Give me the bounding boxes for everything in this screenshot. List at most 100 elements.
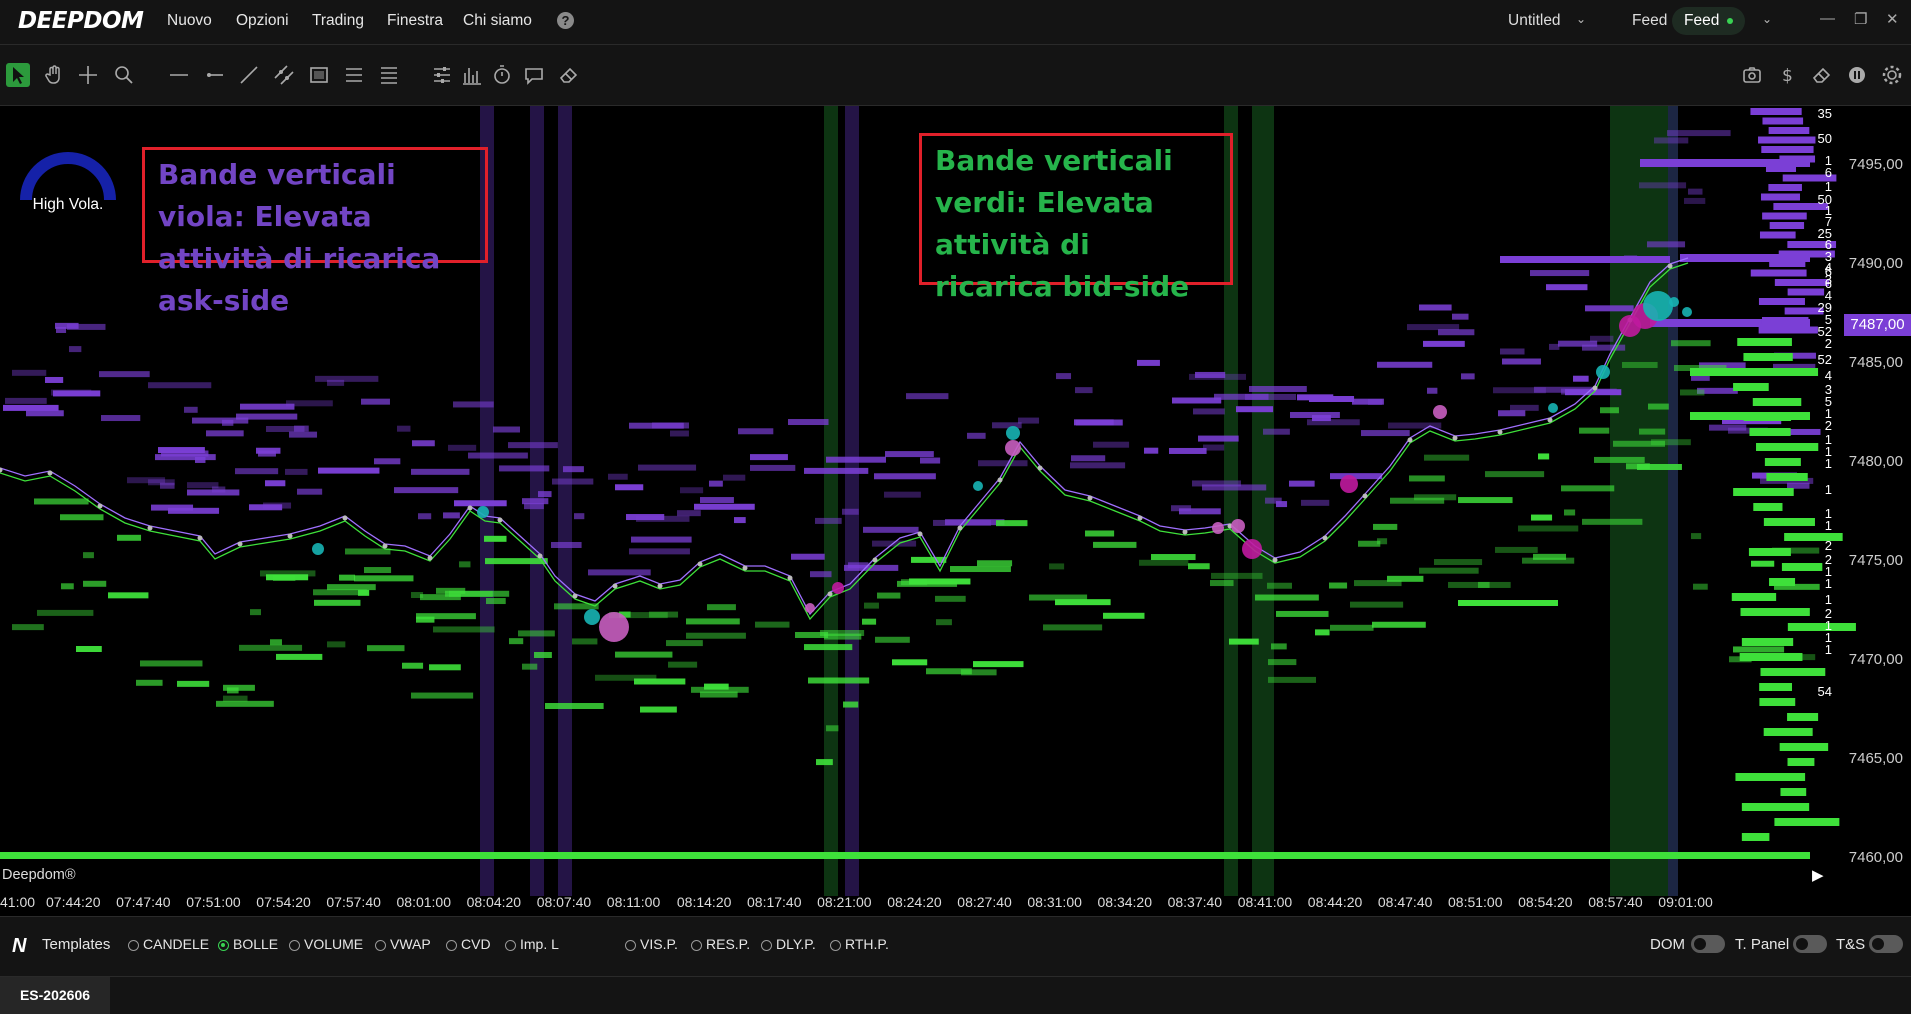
ask-liquidity <box>1289 480 1315 487</box>
timer-icon[interactable] <box>490 63 514 87</box>
time-tick-label: 08:27:40 <box>957 894 1012 910</box>
bid-liquidity <box>250 609 262 616</box>
bid-liquidity <box>83 580 107 587</box>
bid-band <box>1610 106 1668 896</box>
channel-icon[interactable] <box>272 63 296 87</box>
lines-alt-icon[interactable] <box>377 63 401 87</box>
symbol-tab[interactable]: ES-202606 <box>0 977 110 1014</box>
bid-count-label: 54 <box>1817 684 1832 699</box>
option-rth-p[interactable]: RTH.P. <box>830 936 889 952</box>
trade-dot <box>1592 385 1598 391</box>
workspace-title[interactable]: Untitled <box>1508 12 1561 30</box>
option-volume[interactable]: VOLUME <box>289 936 363 952</box>
menu-trading[interactable]: Trading <box>312 12 364 30</box>
ask-profile-bar <box>1758 298 1805 305</box>
bid-liquidity <box>911 556 947 563</box>
bid-liquidity <box>1093 541 1137 548</box>
radio-checked-icon[interactable] <box>218 940 229 951</box>
menu-chi-siamo[interactable]: Chi siamo <box>463 12 532 30</box>
minimize-icon[interactable]: — <box>1820 10 1835 27</box>
ask-liquidity <box>863 526 919 533</box>
radio-icon[interactable] <box>505 940 516 951</box>
bid-liquidity <box>864 602 879 609</box>
eraser-icon[interactable] <box>557 63 581 87</box>
close-icon[interactable]: ✕ <box>1886 10 1899 28</box>
hand-icon[interactable] <box>42 63 66 87</box>
crosshair-icon[interactable] <box>76 63 100 87</box>
radio-icon[interactable] <box>128 940 139 951</box>
bid-liquidity <box>34 498 89 505</box>
bid-liquidity <box>436 587 466 594</box>
bid-liquidity <box>926 668 972 675</box>
bar-chart-icon[interactable] <box>460 63 484 87</box>
radio-icon[interactable] <box>691 940 702 951</box>
bid-profile-bar <box>1741 638 1794 646</box>
ray-icon[interactable] <box>202 63 226 87</box>
option-vis-p[interactable]: VIS.P. <box>625 936 678 952</box>
rectangle-icon[interactable] <box>307 63 331 87</box>
trade-dot <box>497 517 503 523</box>
menu-nuovo[interactable]: Nuovo <box>167 12 212 30</box>
bid-liquidity <box>1188 563 1210 570</box>
bid-liquidity <box>364 567 392 574</box>
option-cvd[interactable]: CVD <box>446 936 491 952</box>
ask-profile-bar <box>1768 184 1802 191</box>
eraser-icon[interactable] <box>1810 63 1834 87</box>
settings-sliders-icon[interactable] <box>430 63 454 87</box>
lines-icon[interactable] <box>342 63 366 87</box>
ask-liquidity <box>412 440 435 447</box>
menu-finestra[interactable]: Finestra <box>387 12 443 30</box>
t-and-s-toggle[interactable] <box>1869 935 1903 953</box>
heatmap-chart[interactable]: High Vola. Bande verticali viola: Elevat… <box>0 106 1911 916</box>
option-imp-l[interactable]: Imp. L <box>505 936 559 952</box>
option-dly-p[interactable]: DLY.P. <box>761 936 816 952</box>
comment-icon[interactable] <box>522 63 546 87</box>
radio-icon[interactable] <box>761 940 772 951</box>
camera-icon[interactable] <box>1740 63 1764 87</box>
dom-toggle[interactable] <box>1691 935 1725 953</box>
t-panel-toggle[interactable] <box>1793 935 1827 953</box>
restore-icon[interactable]: ❐ <box>1854 10 1867 28</box>
bid-liquidity <box>534 651 552 658</box>
ask-liquidity <box>826 456 887 463</box>
gear-icon[interactable] <box>1880 63 1904 87</box>
zoom-icon[interactable] <box>112 63 136 87</box>
bid-liquidity <box>60 514 104 521</box>
bid-liquidity <box>1211 572 1263 579</box>
chevron-down-icon[interactable]: ⌄ <box>1576 12 1586 26</box>
chevron-down-icon[interactable]: ⌄ <box>1762 12 1772 26</box>
bid-liquidity <box>0 852 1810 859</box>
bid-count-label: 1 <box>1824 592 1832 607</box>
radio-icon[interactable] <box>375 940 386 951</box>
ask-liquidity <box>5 397 47 404</box>
dom-toggle-label: DOM <box>1650 936 1685 953</box>
play-icon[interactable]: ▶ <box>1812 866 1826 884</box>
bid-liquidity <box>411 692 474 699</box>
trade-dot <box>997 477 1003 483</box>
radio-icon[interactable] <box>289 940 300 951</box>
templates-label[interactable]: Templates <box>42 936 110 953</box>
bid-liquidity <box>977 560 1013 567</box>
ask-liquidity <box>148 382 212 389</box>
ask-liquidity <box>1558 340 1598 347</box>
radio-icon[interactable] <box>830 940 841 951</box>
option-vwap[interactable]: VWAP <box>375 936 431 952</box>
trade-dot <box>47 470 53 476</box>
horizontal-line-icon[interactable] <box>167 63 191 87</box>
option-res-p[interactable]: RES.P. <box>691 936 750 952</box>
dollar-icon[interactable]: $ <box>1775 63 1799 87</box>
help-icon[interactable]: ? <box>557 12 574 29</box>
price-tick-label: 7495,00 <box>1848 156 1903 173</box>
radio-icon[interactable] <box>625 940 636 951</box>
menu-opzioni[interactable]: Opzioni <box>236 12 289 30</box>
radio-icon[interactable] <box>446 940 457 951</box>
option-bolle[interactable]: BOLLE <box>218 936 278 952</box>
trendline-icon[interactable] <box>237 63 261 87</box>
ask-liquidity <box>1461 373 1475 380</box>
pause-icon[interactable] <box>1845 63 1869 87</box>
bid-liquidity <box>484 535 507 542</box>
option-candele[interactable]: CANDELE <box>128 936 209 952</box>
bid-liquidity <box>327 641 346 648</box>
feed-status-badge[interactable]: Feed <box>1672 7 1746 35</box>
select-icon[interactable] <box>6 63 30 87</box>
